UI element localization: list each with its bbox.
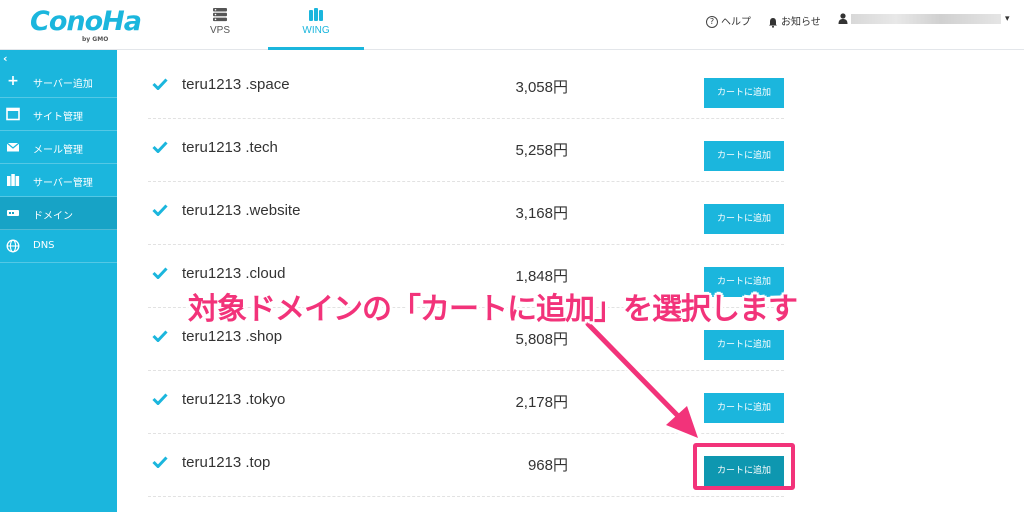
check-icon	[152, 393, 168, 405]
bell-icon	[769, 17, 777, 28]
help-link[interactable]: ? ヘルプ	[706, 13, 751, 28]
wing-icon	[309, 8, 323, 21]
server-manage-icon	[7, 174, 20, 186]
notice-label: お知らせ	[781, 17, 821, 28]
domain-price: 968円	[527, 457, 568, 474]
help-label: ヘルプ	[721, 17, 751, 28]
highlight-box	[693, 443, 795, 490]
add-to-cart-button[interactable]: カートに追加	[704, 78, 784, 108]
plus-icon: +	[7, 73, 19, 89]
domain-name: teru1213 .shop	[182, 328, 283, 345]
sidebar-item-mail[interactable]: メール管理	[0, 131, 117, 164]
tab-vps[interactable]: VPS	[172, 0, 268, 50]
chevron-down-icon: ▾	[1005, 13, 1010, 24]
annotation-arrow-icon	[583, 319, 701, 441]
sidebar-item-label: DNS	[33, 240, 55, 251]
domain-name: teru1213 .cloud	[182, 265, 286, 282]
check-icon	[152, 330, 168, 342]
list-item: teru1213 .space 3,058円 カートに追加	[148, 56, 784, 119]
sidebar-item-label: サーバー追加	[33, 79, 93, 90]
sidebar-item-label: メール管理	[33, 145, 83, 156]
tab-wing[interactable]: WING	[268, 0, 364, 50]
sidebar-item-server-manage[interactable]: サーバー管理	[0, 164, 117, 197]
user-menu[interactable]: ▾	[838, 13, 1010, 25]
window-icon	[6, 107, 20, 121]
logo-text: ConoHa	[30, 6, 142, 37]
tab-wing-label: WING	[302, 25, 330, 36]
annotation-caption: 対象ドメインの「カートに追加」を選択します	[188, 292, 798, 327]
mail-icon	[6, 142, 20, 152]
list-item: teru1213 .top 968円 カートに追加	[148, 434, 784, 497]
domain-price: 5,808円	[515, 331, 568, 348]
tab-active-indicator	[268, 47, 364, 50]
add-to-cart-button[interactable]: カートに追加	[704, 330, 784, 360]
check-icon	[152, 141, 168, 153]
server-icon	[213, 8, 227, 22]
add-to-cart-button[interactable]: カートに追加	[704, 393, 784, 423]
top-header: ConoHa by GMO VPS WING ? ヘルプ お知らせ ▾	[0, 0, 1024, 50]
sidebar-item-site[interactable]: サイト管理	[0, 98, 117, 131]
collapse-sidebar-icon[interactable]: ‹	[3, 52, 8, 65]
notice-link[interactable]: お知らせ	[768, 13, 821, 28]
help-icon: ?	[706, 16, 718, 28]
domain-price: 3,058円	[515, 79, 568, 96]
list-item: teru1213 .tech 5,258円 カートに追加	[148, 119, 784, 182]
domain-name: teru1213 .top	[182, 454, 271, 471]
domain-price: 5,258円	[515, 142, 568, 159]
domain-name: teru1213 .tokyo	[182, 391, 286, 408]
sidebar-item-label: ドメイン	[33, 211, 73, 222]
user-icon	[838, 13, 848, 24]
sidebar: ‹ + サーバー追加 サイト管理 メール管理 サーバー管理 ドメイン DNS	[0, 50, 117, 512]
domain-icon	[7, 210, 19, 216]
check-icon	[152, 78, 168, 90]
domain-price: 1,848円	[515, 268, 568, 285]
conoha-logo[interactable]: ConoHa by GMO	[30, 6, 142, 46]
domain-price: 2,178円	[515, 394, 568, 411]
user-name-redacted	[851, 13, 1001, 24]
domain-name: teru1213 .website	[182, 202, 301, 219]
sidebar-item-domain[interactable]: ドメイン	[0, 197, 117, 230]
sidebar-item-label: サーバー管理	[33, 178, 93, 189]
globe-icon	[6, 239, 20, 253]
domain-name: teru1213 .space	[182, 76, 290, 93]
add-to-cart-button[interactable]: カートに追加	[704, 204, 784, 234]
add-to-cart-button[interactable]: カートに追加	[704, 141, 784, 171]
domain-price: 3,168円	[515, 205, 568, 222]
tab-vps-label: VPS	[209, 25, 230, 36]
sidebar-item-label: サイト管理	[33, 112, 83, 123]
check-icon	[152, 204, 168, 216]
check-icon	[152, 456, 168, 468]
list-item: teru1213 .website 3,168円 カートに追加	[148, 182, 784, 245]
sidebar-item-add-server[interactable]: + サーバー追加	[0, 65, 117, 98]
check-icon	[152, 267, 168, 279]
logo-sub-text: by GMO	[82, 36, 109, 43]
domain-name: teru1213 .tech	[182, 139, 278, 156]
sidebar-item-dns[interactable]: DNS	[0, 230, 117, 263]
